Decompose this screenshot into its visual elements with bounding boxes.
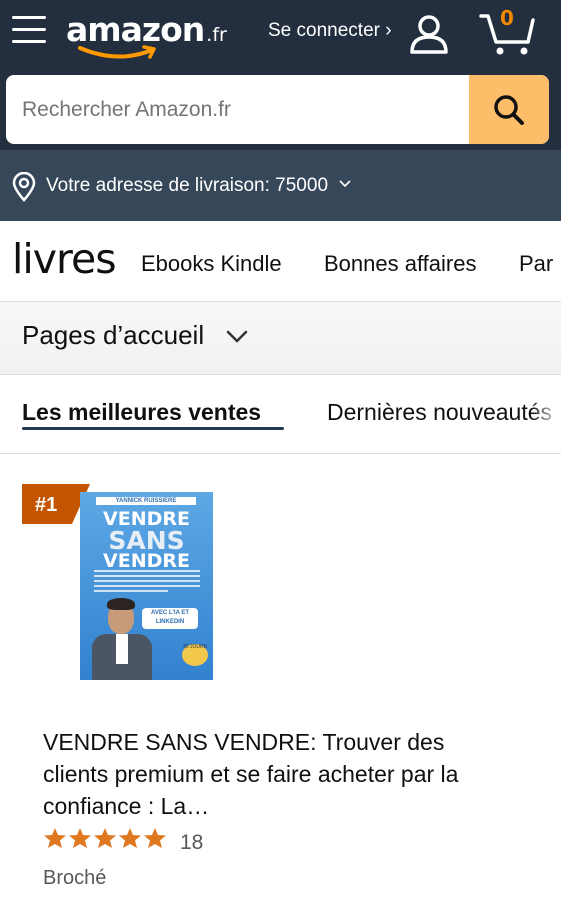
book-cover-image[interactable]: YANNICK RUISSIERE VENDRE SANS VENDRE AVE…	[80, 492, 213, 692]
delivery-address-text: Votre adresse de livraison: 75000	[46, 175, 351, 197]
subnav-link-par[interactable]: Par	[519, 251, 553, 277]
location-pin-icon	[12, 172, 36, 202]
delivery-address-bar[interactable]: Votre adresse de livraison: 75000	[0, 150, 561, 221]
rating-count[interactable]: 18	[180, 831, 203, 855]
books-subnav: livres Ebooks Kindle Bonnes affaires Par	[0, 221, 561, 302]
star-icon	[119, 828, 141, 848]
top-bar: amazon .fr Se connecter › 0	[0, 0, 561, 72]
subnav-link-ebooks[interactable]: Ebooks Kindle	[141, 251, 282, 277]
search-button[interactable]	[469, 75, 549, 144]
logo-tld: .fr	[206, 24, 227, 46]
search-box	[6, 75, 549, 144]
cover-ia-linkedin: AVEC L'IA ET LINKEDIN	[142, 608, 198, 629]
cover-30-days-badge: 30 JOURS	[182, 644, 208, 666]
store-brand-livres[interactable]: livres	[12, 235, 117, 283]
cover-title-line3: VENDRE	[103, 550, 190, 572]
cover-bottom-band	[80, 680, 213, 692]
star-icon	[94, 828, 116, 848]
user-icon[interactable]	[407, 12, 451, 56]
star-rating[interactable]	[43, 827, 168, 854]
sign-in-link[interactable]: Se connecter ›	[268, 20, 392, 42]
rank-text: #1	[35, 494, 57, 516]
chevron-down-icon	[226, 330, 248, 343]
logo-smile-icon	[78, 45, 156, 59]
product-format: Broché	[43, 867, 107, 889]
tab-new-releases[interactable]: Dernières nouveautés	[327, 399, 552, 426]
cover-person-shirt	[116, 634, 128, 664]
star-icon	[144, 828, 166, 848]
cover-person-hair	[107, 598, 135, 610]
star-icon	[69, 828, 91, 848]
product-title[interactable]: VENDRE SANS VENDRE: Trouver des clients …	[43, 726, 513, 822]
search-bar	[0, 72, 561, 150]
cart-count: 0	[500, 6, 514, 30]
product-card[interactable]: #1 YANNICK RUISSIERE VENDRE SANS VENDRE …	[0, 454, 561, 900]
list-tabs: Les meilleures ventes Dernières nouveaut…	[0, 375, 561, 454]
subnav-link-deals[interactable]: Bonnes affaires	[324, 251, 476, 277]
cover-author: YANNICK RUISSIERE	[96, 497, 196, 505]
cover-subtitle-lines	[94, 570, 200, 595]
search-input[interactable]	[6, 75, 482, 144]
chevron-down-icon	[339, 180, 351, 188]
home-pages-label: Pages d’accueil	[22, 320, 205, 350]
home-pages-dropdown[interactable]: Pages d’accueil	[0, 302, 561, 375]
star-icon	[44, 828, 66, 848]
delivery-label: Votre adresse de livraison: 75000	[46, 175, 329, 196]
active-tab-indicator	[22, 427, 284, 430]
amazon-logo[interactable]: amazon .fr	[66, 10, 227, 59]
scroll-fade	[531, 375, 561, 453]
hamburger-menu-icon[interactable]	[12, 16, 46, 46]
search-icon	[494, 94, 524, 125]
tab-best-sellers[interactable]: Les meilleures ventes	[22, 399, 261, 426]
